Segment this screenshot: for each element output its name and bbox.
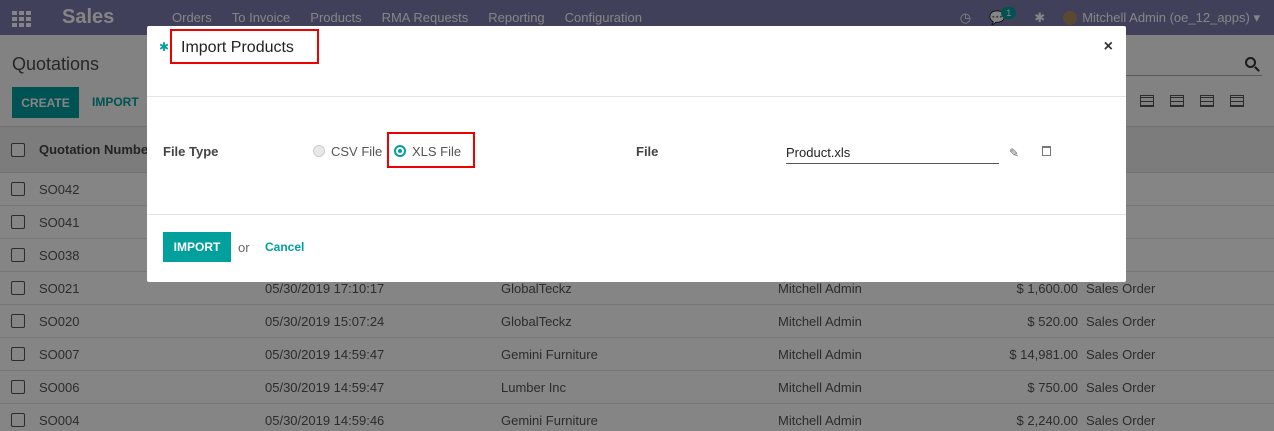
dialog-body: File Type CSV File XLS File File Product… [147, 97, 1126, 215]
edit-pencil-icon[interactable]: ✎ [1009, 146, 1019, 160]
close-icon[interactable]: × [1104, 38, 1113, 56]
file-type-label: File Type [163, 144, 219, 159]
file-input[interactable]: Product.xls [786, 143, 999, 164]
xls-radio[interactable] [394, 145, 406, 157]
csv-radio[interactable] [313, 145, 325, 157]
file-label: File [636, 144, 659, 159]
dialog-title: Import Products [181, 39, 294, 56]
cancel-button[interactable]: Cancel [265, 240, 304, 254]
or-text: or [238, 240, 250, 255]
dialog-footer: IMPORT or Cancel [147, 215, 1126, 282]
dialog-header: ✱ Import Products × [147, 26, 1126, 97]
trash-icon[interactable] [1042, 146, 1051, 156]
xls-radio-label[interactable]: XLS File [412, 144, 461, 159]
import-products-dialog: ✱ Import Products × File Type CSV File X… [147, 26, 1126, 282]
bug-icon: ✱ [159, 40, 170, 54]
csv-radio-label[interactable]: CSV File [331, 144, 382, 159]
import-button[interactable]: IMPORT [163, 232, 231, 262]
